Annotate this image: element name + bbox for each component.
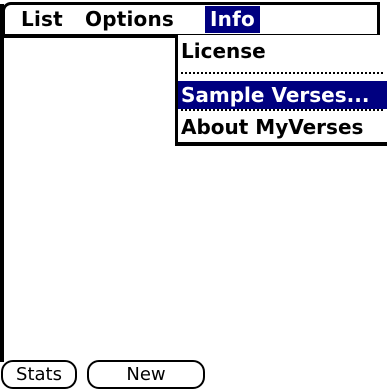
palm-screen: List Options Info License Sample Verses.… [0,0,387,392]
menu-item-license[interactable]: License [178,37,387,65]
info-dropdown-menu: License Sample Verses... About MyVerses [175,35,387,146]
menu-item-sample-verses[interactable]: Sample Verses... [178,81,387,109]
menu-options[interactable]: Options [85,5,174,34]
menu-separator [181,72,383,74]
form-border [0,4,4,362]
menu-list[interactable]: List [21,5,63,34]
stats-button[interactable]: Stats [1,360,77,389]
menu-bar: List Options Info [2,2,380,38]
menu-item-about[interactable]: About MyVerses [178,113,387,141]
new-button[interactable]: New [87,360,205,389]
menu-separator [181,109,383,111]
menu-info[interactable]: Info [205,6,260,33]
